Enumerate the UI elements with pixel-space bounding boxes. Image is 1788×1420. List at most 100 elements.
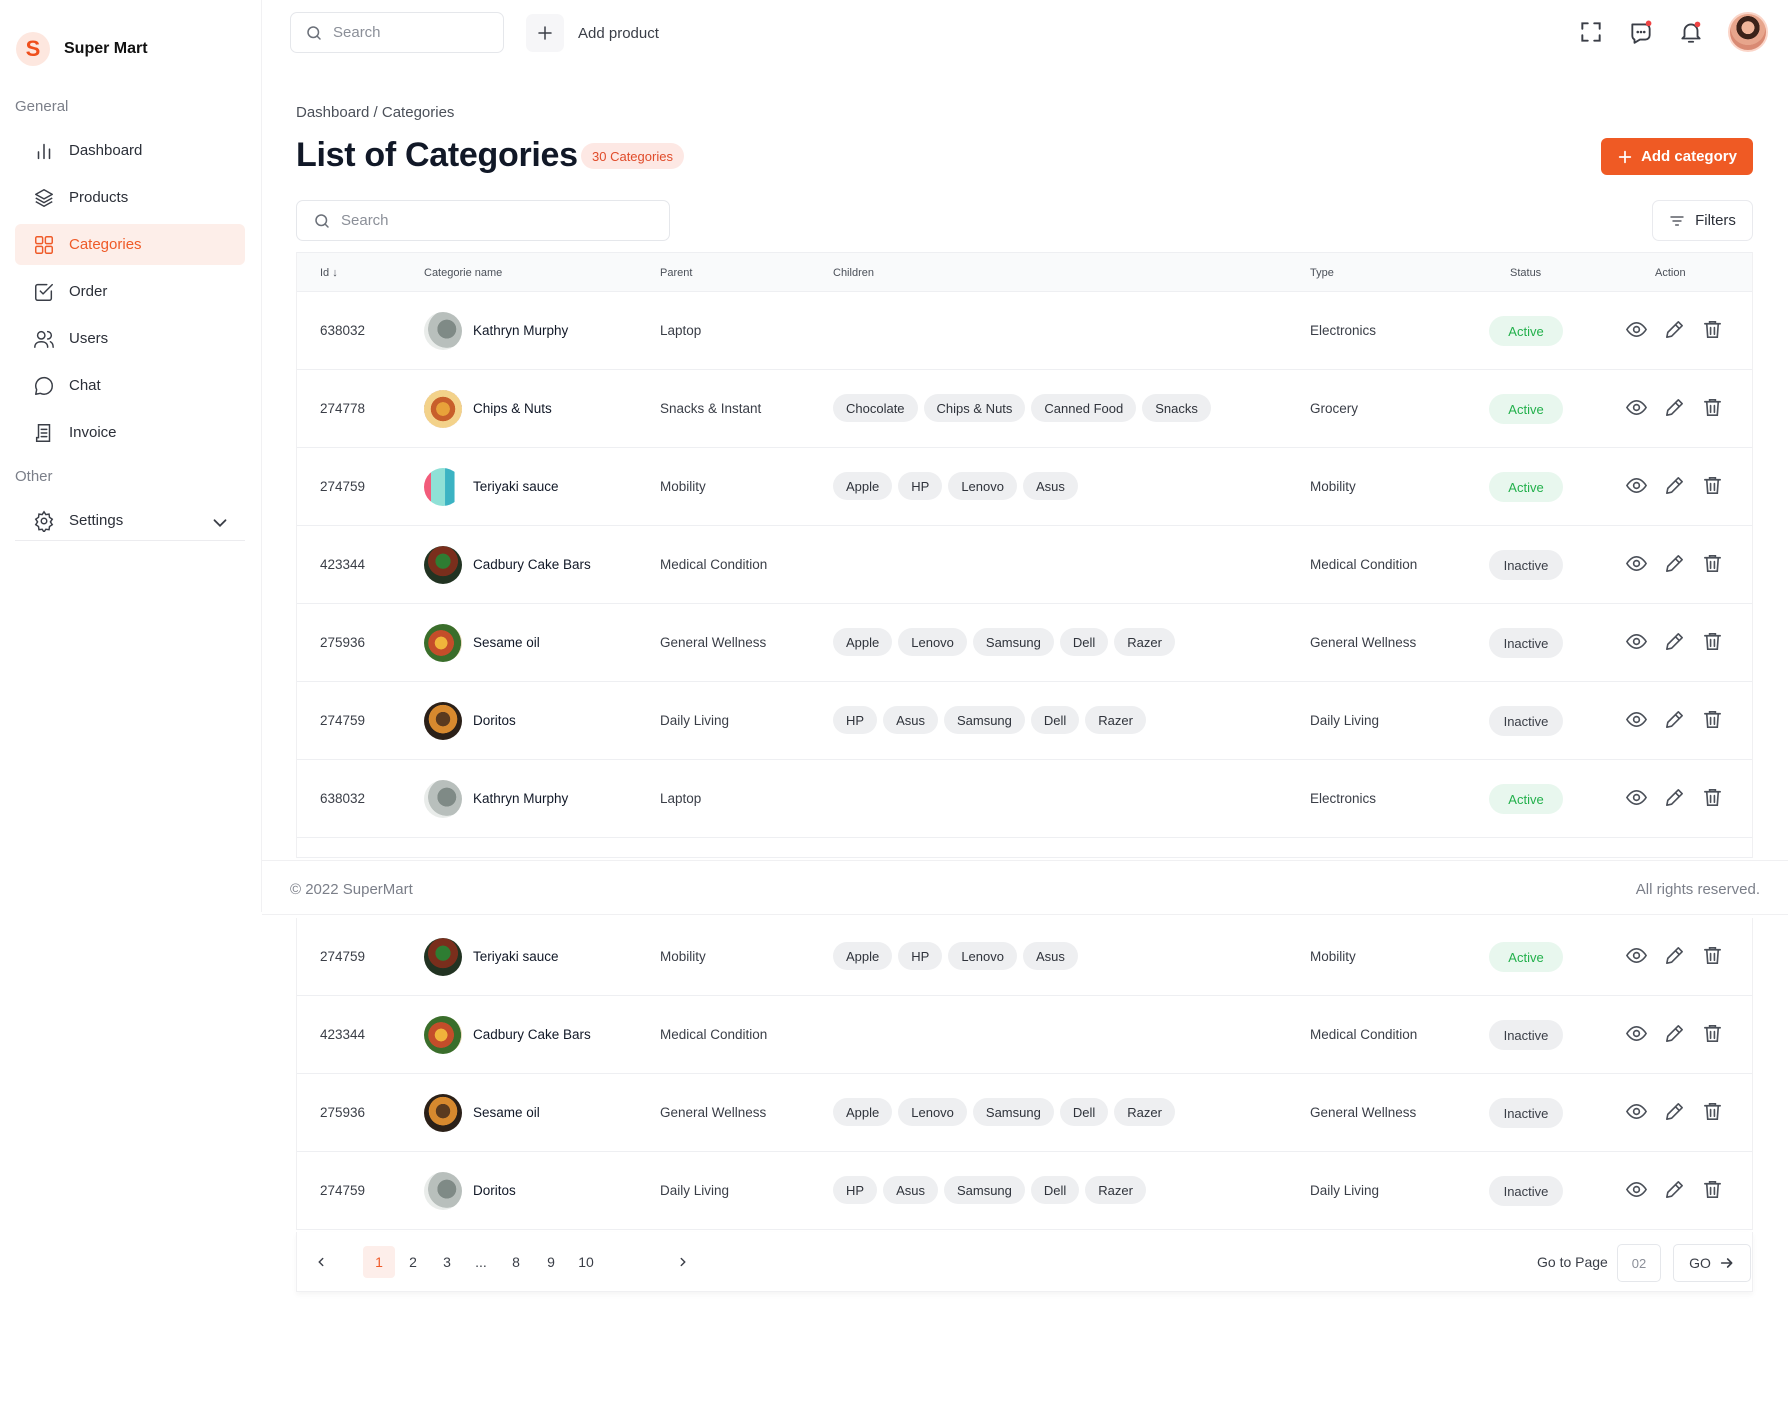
edit-icon[interactable] bbox=[1663, 1022, 1686, 1045]
page-button[interactable]: 2 bbox=[397, 1246, 429, 1278]
edit-icon[interactable] bbox=[1663, 552, 1686, 575]
child-chip[interactable]: Canned Food bbox=[1031, 394, 1137, 422]
child-chip[interactable]: Dell bbox=[1059, 628, 1109, 656]
filter-icon bbox=[1670, 215, 1684, 226]
child-chip[interactable]: Asus bbox=[883, 706, 938, 734]
fullscreen-icon[interactable] bbox=[1578, 19, 1604, 45]
child-chip[interactable]: HP bbox=[833, 706, 878, 734]
edit-icon[interactable] bbox=[1663, 786, 1686, 809]
child-chip[interactable]: Samsung bbox=[943, 706, 1025, 734]
eye-icon[interactable] bbox=[1625, 944, 1648, 967]
child-chip[interactable]: Dell bbox=[1030, 706, 1080, 734]
child-chip[interactable]: Chocolate bbox=[833, 394, 918, 422]
child-chip[interactable]: Samsung bbox=[972, 1098, 1054, 1126]
sidebar-item-chat[interactable]: Chat bbox=[15, 365, 245, 406]
edit-icon[interactable] bbox=[1663, 396, 1686, 419]
trash-icon[interactable] bbox=[1701, 552, 1724, 575]
child-chip[interactable]: Samsung bbox=[972, 628, 1054, 656]
eye-icon[interactable] bbox=[1625, 474, 1648, 497]
child-chip[interactable]: Lenovo bbox=[948, 472, 1017, 500]
bell-icon[interactable] bbox=[1678, 19, 1704, 45]
eye-icon[interactable] bbox=[1625, 786, 1648, 809]
eye-icon[interactable] bbox=[1625, 1178, 1648, 1201]
sidebar-item-order[interactable]: Order bbox=[15, 271, 245, 312]
child-chip[interactable]: Dell bbox=[1059, 1098, 1109, 1126]
trash-icon[interactable] bbox=[1701, 474, 1724, 497]
child-chip[interactable]: Apple bbox=[833, 942, 893, 970]
trash-icon[interactable] bbox=[1701, 396, 1724, 419]
child-chip[interactable]: Dell bbox=[1030, 1176, 1080, 1204]
sidebar-item-dashboard[interactable]: Dashboard bbox=[15, 130, 245, 171]
edit-icon[interactable] bbox=[1663, 944, 1686, 967]
sidebar-item-settings[interactable]: Settings bbox=[15, 500, 245, 541]
trash-icon[interactable] bbox=[1701, 1022, 1724, 1045]
page-button[interactable]: 1 bbox=[363, 1246, 395, 1278]
go-button[interactable]: GO bbox=[1673, 1244, 1751, 1282]
prev-page-button[interactable] bbox=[305, 1246, 337, 1278]
trash-icon[interactable] bbox=[1701, 630, 1724, 653]
chevron-down-icon[interactable] bbox=[209, 512, 231, 534]
child-chip[interactable]: Chips & Nuts bbox=[923, 394, 1026, 422]
filters-button[interactable]: Filters bbox=[1652, 200, 1753, 241]
child-chip[interactable]: Razer bbox=[1085, 1176, 1146, 1204]
avatar[interactable] bbox=[1728, 12, 1768, 52]
eye-icon[interactable] bbox=[1625, 396, 1648, 419]
header-id[interactable]: Id ↓ bbox=[320, 267, 338, 279]
child-chip[interactable]: HP bbox=[898, 942, 943, 970]
trash-icon[interactable] bbox=[1701, 786, 1724, 809]
trash-icon[interactable] bbox=[1701, 1100, 1724, 1123]
trash-icon[interactable] bbox=[1701, 1178, 1724, 1201]
page-button[interactable]: 8 bbox=[500, 1246, 532, 1278]
edit-icon[interactable] bbox=[1663, 630, 1686, 653]
edit-icon[interactable] bbox=[1663, 1100, 1686, 1123]
pagination: 1 2 3... 8 9 10 Go to Page 02 GO bbox=[296, 1232, 1753, 1292]
child-chip[interactable]: Snacks bbox=[1142, 394, 1211, 422]
cell-name: Teriyaki sauce bbox=[473, 479, 559, 494]
next-page-button[interactable] bbox=[667, 1246, 699, 1278]
child-chip[interactable]: Apple bbox=[833, 1098, 893, 1126]
child-chip[interactable]: HP bbox=[898, 472, 943, 500]
sidebar-item-users[interactable]: Users bbox=[15, 318, 245, 359]
page-button[interactable]: 9 bbox=[535, 1246, 567, 1278]
child-chip[interactable]: Lenovo bbox=[898, 628, 967, 656]
edit-icon[interactable] bbox=[1663, 708, 1686, 731]
sidebar-item-invoice[interactable]: Invoice bbox=[15, 412, 245, 453]
top-search-input[interactable]: Search bbox=[290, 12, 504, 53]
brand[interactable]: S Super Mart bbox=[16, 32, 148, 66]
grid-icon bbox=[35, 235, 53, 254]
edit-icon[interactable] bbox=[1663, 474, 1686, 497]
eye-icon[interactable] bbox=[1625, 1022, 1648, 1045]
eye-icon[interactable] bbox=[1625, 552, 1648, 575]
add-category-button[interactable]: Add category bbox=[1601, 138, 1753, 175]
eye-icon[interactable] bbox=[1625, 630, 1648, 653]
layers-icon bbox=[35, 188, 53, 207]
trash-icon[interactable] bbox=[1701, 318, 1724, 341]
child-chip[interactable]: Razer bbox=[1114, 1098, 1175, 1126]
child-chip[interactable]: Asus bbox=[1022, 472, 1078, 500]
page-button[interactable]: 10 bbox=[570, 1246, 602, 1278]
trash-icon[interactable] bbox=[1701, 944, 1724, 967]
edit-icon[interactable] bbox=[1663, 1178, 1686, 1201]
child-chip[interactable]: Razer bbox=[1085, 706, 1146, 734]
child-chip[interactable]: HP bbox=[833, 1176, 878, 1204]
child-chip[interactable]: Samsung bbox=[943, 1176, 1025, 1204]
eye-icon[interactable] bbox=[1625, 318, 1648, 341]
page-button[interactable]: 3 bbox=[431, 1246, 463, 1278]
trash-icon[interactable] bbox=[1701, 708, 1724, 731]
eye-icon[interactable] bbox=[1625, 708, 1648, 731]
sidebar-item-categories[interactable]: Categories bbox=[15, 224, 245, 265]
child-chip[interactable]: Lenovo bbox=[898, 1098, 967, 1126]
edit-icon[interactable] bbox=[1663, 318, 1686, 341]
child-chip[interactable]: Apple bbox=[833, 628, 893, 656]
child-chip[interactable]: Apple bbox=[833, 472, 893, 500]
message-icon[interactable] bbox=[1628, 19, 1654, 45]
sidebar-item-products[interactable]: Products bbox=[15, 177, 245, 218]
add-product-button[interactable]: Add product bbox=[526, 14, 659, 52]
child-chip[interactable]: Razer bbox=[1114, 628, 1175, 656]
goto-page-input[interactable]: 02 bbox=[1617, 1244, 1661, 1282]
child-chip[interactable]: Asus bbox=[883, 1176, 938, 1204]
eye-icon[interactable] bbox=[1625, 1100, 1648, 1123]
child-chip[interactable]: Lenovo bbox=[948, 942, 1017, 970]
child-chip[interactable]: Asus bbox=[1022, 942, 1078, 970]
table-search-input[interactable]: Search bbox=[296, 200, 670, 241]
